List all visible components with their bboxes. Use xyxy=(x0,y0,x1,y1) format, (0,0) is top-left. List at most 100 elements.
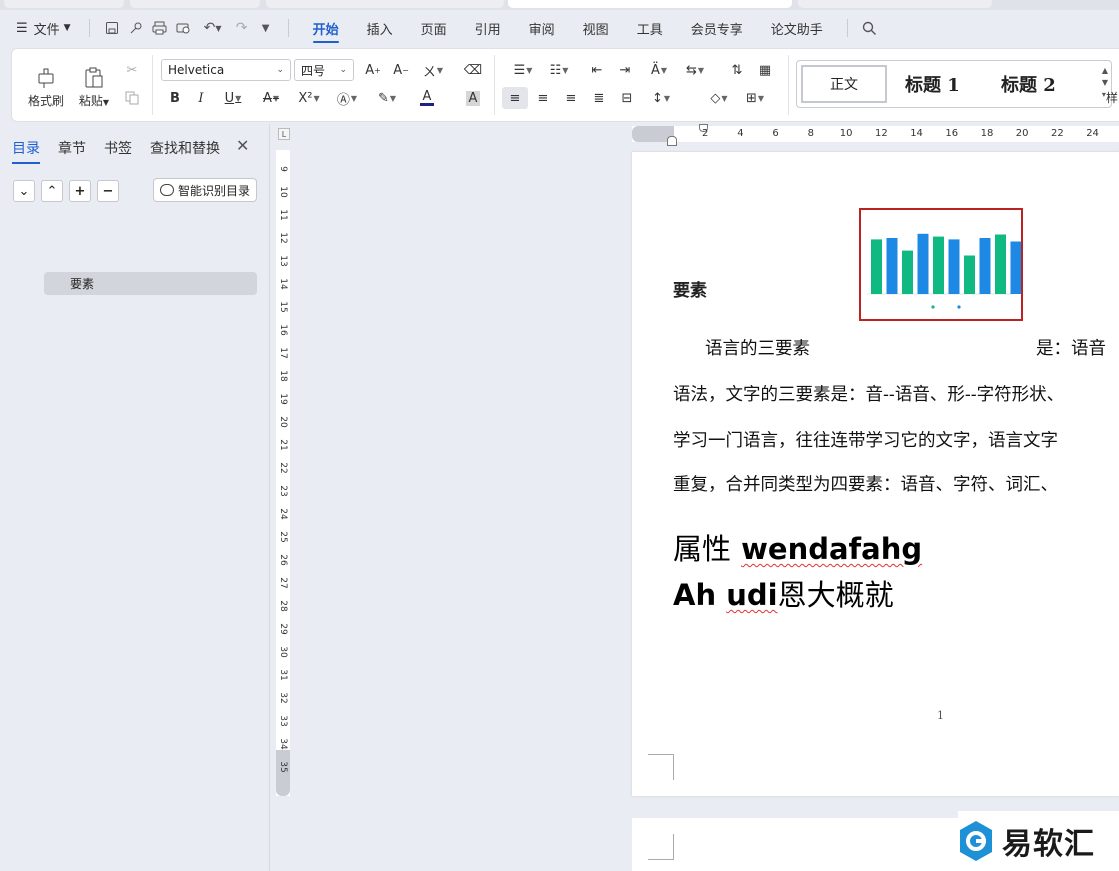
font-size-select[interactable]: 四号 ⌄ xyxy=(294,59,354,81)
indent-marker-icon[interactable] xyxy=(667,136,677,146)
ruler-tick-label: 16 xyxy=(278,324,288,336)
paragraph-shading-icon[interactable]: ◇ ▼ xyxy=(702,87,736,109)
tab-insert[interactable]: 插入 xyxy=(353,10,407,46)
tab-home[interactable]: 开始 xyxy=(299,10,353,46)
add-heading-button[interactable]: + xyxy=(69,180,91,202)
close-icon[interactable]: ✕ xyxy=(236,136,249,155)
underline-icon[interactable]: U ▼ xyxy=(216,87,250,109)
tab-member[interactable]: 会员专享 xyxy=(677,10,757,46)
smart-toc-button[interactable]: 智能识别目录 xyxy=(153,178,257,202)
font-name-select[interactable]: Helvetica ⌄ xyxy=(161,59,291,81)
styles-pane-label[interactable]: 样 xyxy=(1106,89,1118,106)
chinese-layout-icon[interactable]: Ä ▼ xyxy=(642,59,676,81)
expand-level-button[interactable]: ⌃ xyxy=(41,180,63,202)
borders-icon[interactable]: ⊞ ▼ xyxy=(738,87,772,109)
clear-format-icon[interactable]: ⌫ xyxy=(460,59,486,81)
increase-indent-icon[interactable]: ⇥ xyxy=(612,59,638,81)
text-effect-icon[interactable]: Ⓐ ▼ xyxy=(330,87,364,109)
format-painter-button[interactable]: 格式刷 xyxy=(26,57,66,117)
tab-references[interactable]: 引用 xyxy=(461,10,515,46)
chart-bar xyxy=(871,239,882,294)
tab-bookmarks[interactable]: 书签 xyxy=(104,138,132,158)
highlight-icon[interactable]: ✎ ▼ xyxy=(370,87,404,109)
format-painter-label: 格式刷 xyxy=(27,93,64,108)
ruler-tick-label: 13 xyxy=(278,255,288,267)
style-heading-1[interactable]: 标题 1 xyxy=(905,71,960,97)
ruler-tick-label: 20 xyxy=(1015,128,1029,139)
font-color-icon[interactable]: A xyxy=(410,87,444,109)
italic-icon[interactable]: I xyxy=(188,87,214,109)
undo-icon[interactable]: ↶ ▼ xyxy=(196,16,230,40)
align-left-icon[interactable]: ≡ xyxy=(502,87,528,109)
tab-review[interactable]: 审阅 xyxy=(515,10,569,46)
align-center-icon[interactable]: ≡ xyxy=(530,87,556,109)
styles-gallery: 正文 标题 1 标题 2 ▲ ▼ ▾ xyxy=(796,60,1112,108)
print-preview-icon[interactable] xyxy=(172,16,196,40)
toc-item[interactable]: 要素 xyxy=(44,272,257,295)
bullet-list-icon[interactable]: ☰ ▼ xyxy=(506,59,540,81)
chart-bar xyxy=(979,238,991,294)
window-tab[interactable] xyxy=(266,0,504,8)
phonetic-guide-icon[interactable]: ㄨ ▼ xyxy=(416,59,450,81)
decrease-font-icon[interactable]: A − xyxy=(388,59,414,81)
export-icon[interactable] xyxy=(124,16,148,40)
window-tab-active[interactable] xyxy=(508,0,792,8)
tab-chapters[interactable]: 章节 xyxy=(58,138,86,158)
align-right-icon[interactable]: ≡ xyxy=(558,87,584,109)
ruler-tick-label: 6 xyxy=(772,128,779,139)
redo-icon[interactable]: ↷ xyxy=(230,16,254,40)
decrease-indent-icon[interactable]: ⇤ xyxy=(584,59,610,81)
window-tab[interactable] xyxy=(4,0,124,8)
file-menu-button[interactable]: ☰ 文件 ▼ xyxy=(0,19,79,38)
paste-label: 粘贴 xyxy=(78,93,103,108)
strikethrough-icon[interactable]: A ▼ xyxy=(254,87,288,109)
tab-toc[interactable]: 目录 xyxy=(12,138,40,164)
numbered-list-icon[interactable]: ☷ ▼ xyxy=(542,59,576,81)
style-normal[interactable]: 正文 xyxy=(801,65,887,103)
ruler-tick-label: 30 xyxy=(278,646,288,658)
vertical-ruler[interactable]: 9 10 11 12 13 14 15 16 17 18 19 20 21 22 23 24 25 26 27 28 2… xyxy=(276,150,290,796)
chevron-down-icon: ▼ xyxy=(63,23,71,33)
remove-heading-button[interactable]: − xyxy=(97,180,119,202)
document-page[interactable]: 要素 语言的三要素 是：语音 语法，文字的三要素是：音--语音、形--字符形状、… xyxy=(632,152,1119,796)
tab-view[interactable]: 视图 xyxy=(569,10,623,46)
tab-find-replace[interactable]: 查找和替换 xyxy=(150,138,220,158)
sort-icon[interactable]: ⇅ xyxy=(724,59,750,81)
tab-tools[interactable]: 工具 xyxy=(623,10,677,46)
embedded-chart[interactable] xyxy=(859,208,1023,321)
show-marks-icon[interactable]: ▦ xyxy=(752,59,778,81)
line-spacing-icon[interactable]: ↕ ▼ xyxy=(644,87,678,109)
text-direction-icon[interactable]: ⇆ ▼ xyxy=(678,59,712,81)
tab-thesis-assistant[interactable]: 论文助手 xyxy=(757,10,837,46)
bold-icon[interactable]: B xyxy=(162,87,188,109)
tab-stop-selector[interactable]: L xyxy=(278,128,290,140)
save-icon[interactable] xyxy=(100,16,124,40)
quick-access-more-icon[interactable]: ▼ xyxy=(254,16,278,40)
chevron-down-icon: ⌄ xyxy=(339,65,347,75)
chart-bar xyxy=(948,239,960,294)
tab-page[interactable]: 页面 xyxy=(407,10,461,46)
cut-icon[interactable]: ✂ xyxy=(119,59,145,81)
paste-button[interactable]: 粘贴▼ xyxy=(74,57,114,117)
ruler-tick-label: 27 xyxy=(278,577,288,589)
copy-icon[interactable] xyxy=(119,87,145,109)
ruler-tick-label: 12 xyxy=(875,128,888,139)
char-shading-icon[interactable]: A xyxy=(460,87,486,109)
heading-1-line: 属性 wendafahg xyxy=(673,526,922,568)
print-icon[interactable] xyxy=(148,16,172,40)
search-icon[interactable] xyxy=(858,16,882,40)
heading-1-text: udi xyxy=(726,578,778,612)
collapse-level-button[interactable]: ⌄ xyxy=(13,180,35,202)
style-heading-2[interactable]: 标题 2 xyxy=(1001,71,1056,97)
window-tab[interactable] xyxy=(130,0,260,8)
superscript-icon[interactable]: X² ▼ xyxy=(292,87,326,109)
menu-bar: ☰ 文件 ▼ ↶ ▼ ↷ ▼ 开始 插入 页面 引用 审阅 视图 工具 会员专享 … xyxy=(0,10,1119,46)
distributed-align-icon[interactable]: ⊟ xyxy=(614,87,640,109)
ruler-tick-label: 2 xyxy=(702,128,709,139)
format-painter-icon xyxy=(38,68,54,88)
font-name-value: Helvetica xyxy=(168,63,225,77)
horizontal-ruler[interactable]: 2 4 6 8 10 12 14 16 18 20 22 24 xyxy=(632,124,1119,146)
window-tab[interactable] xyxy=(798,0,992,8)
increase-font-icon[interactable]: A + xyxy=(360,59,386,81)
justify-icon[interactable]: ≣ xyxy=(586,87,612,109)
